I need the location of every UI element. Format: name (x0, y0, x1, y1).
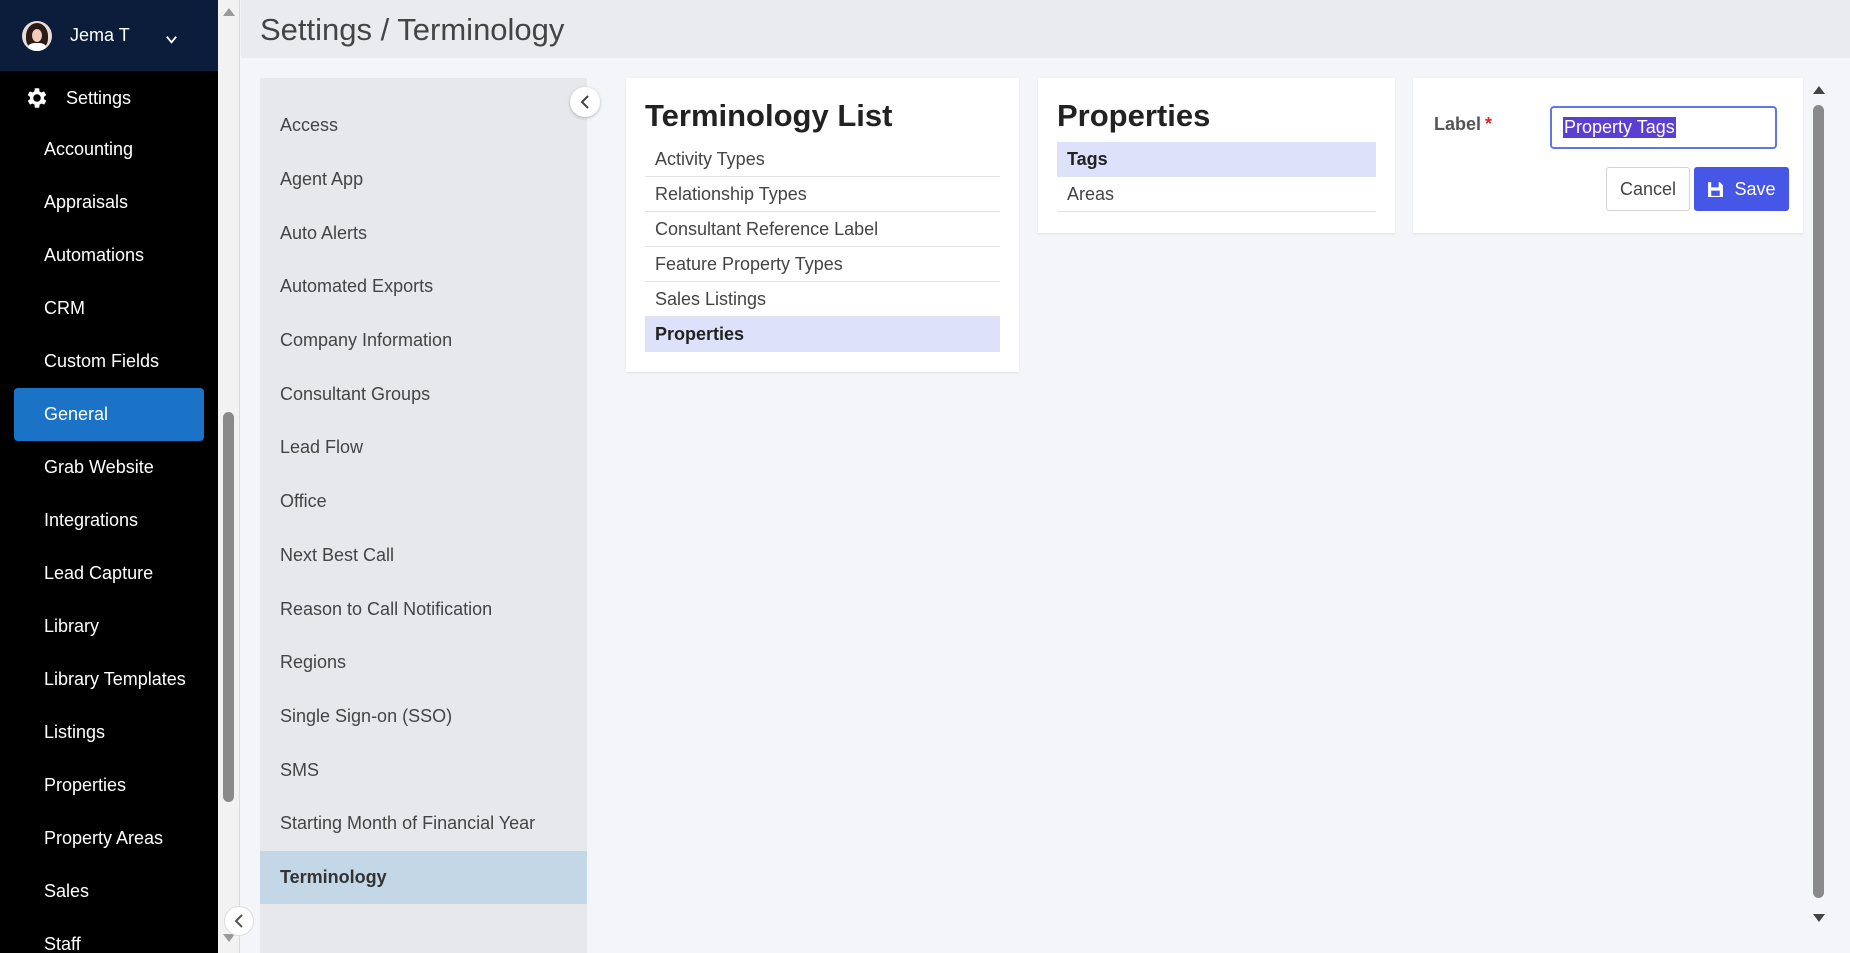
cancel-button[interactable]: Cancel (1606, 167, 1690, 211)
floppy-disk-icon (1708, 181, 1724, 197)
terminology-item-consultant-reference-label[interactable]: Consultant Reference Label (645, 212, 1000, 247)
label-input-value: Property Tags (1563, 117, 1676, 138)
chevron-down-icon[interactable] (165, 33, 178, 46)
collapse-sidebar-button[interactable] (224, 906, 254, 936)
nav-item-general[interactable]: General (14, 388, 204, 441)
nav-item-crm[interactable]: CRM (14, 282, 204, 335)
terminology-item-relationship-types[interactable]: Relationship Types (645, 177, 1000, 212)
chevron-left-icon (234, 914, 243, 928)
nav-item-appraisals[interactable]: Appraisals (14, 176, 204, 229)
nav-item-listings[interactable]: Listings (14, 706, 204, 759)
collapse-submenu-button[interactable] (570, 87, 600, 117)
nav-item-custom-fields[interactable]: Custom Fields (14, 335, 204, 388)
properties-title: Properties (1057, 98, 1211, 133)
nav-item-property-areas[interactable]: Property Areas (14, 812, 204, 865)
submenu-item-starting-month-of-financial-year[interactable]: Starting Month of Financial Year (260, 797, 587, 851)
scroll-down-arrow[interactable] (1813, 914, 1825, 922)
submenu-item-regions[interactable]: Regions (260, 636, 587, 690)
nav-item-sales[interactable]: Sales (14, 865, 204, 918)
page-title: Settings / Terminology (260, 12, 565, 47)
sidebar-scrollbar[interactable] (218, 0, 240, 953)
main-sidebar: Jema T Settings Accounting Appraisals Auto… (0, 0, 218, 953)
avatar (22, 20, 52, 51)
submenu-item-access[interactable]: Access (260, 99, 587, 153)
terminology-item-feature-property-types[interactable]: Feature Property Types (645, 247, 1000, 282)
submenu-item-sms[interactable]: SMS (260, 743, 587, 797)
nav-item-library-templates[interactable]: Library Templates (14, 653, 204, 706)
scroll-thumb[interactable] (223, 412, 234, 802)
submenu-item-automated-exports[interactable]: Automated Exports (260, 260, 587, 314)
nav-item-properties[interactable]: Properties (14, 759, 204, 812)
label-field-label: Label * (1434, 114, 1492, 135)
properties-item-tags[interactable]: Tags (1057, 142, 1376, 177)
scroll-up-arrow[interactable] (1813, 86, 1825, 94)
nav-item-library[interactable]: Library (14, 600, 204, 653)
save-button[interactable]: Save (1694, 167, 1789, 211)
submenu-item-auto-alerts[interactable]: Auto Alerts (260, 206, 587, 260)
scroll-thumb[interactable] (1813, 105, 1824, 898)
chevron-left-icon (580, 95, 589, 109)
nav-item-accounting[interactable]: Accounting (14, 123, 204, 176)
user-menu[interactable]: Jema T (0, 0, 218, 71)
settings-submenu: Access Agent App Auto Alerts Automated Expo… (260, 78, 587, 953)
nav-item-automations[interactable]: Automations (14, 229, 204, 282)
submenu-item-terminology[interactable]: Terminology (260, 850, 587, 905)
required-mark: * (1485, 114, 1493, 134)
terminology-item-sales-listings[interactable]: Sales Listings (645, 282, 1000, 317)
settings-section[interactable]: Settings (0, 71, 218, 125)
content-scrollbar[interactable] (1809, 78, 1829, 931)
submenu-item-consultant-groups[interactable]: Consultant Groups (260, 367, 587, 421)
submenu-item-lead-flow[interactable]: Lead Flow (260, 421, 587, 475)
terminology-item-activity-types[interactable]: Activity Types (645, 142, 1000, 177)
nav-item-grab-website[interactable]: Grab Website (14, 441, 204, 494)
properties-item-areas[interactable]: Areas (1057, 177, 1376, 212)
settings-nav: Accounting Appraisals Automations CRM Custom… (0, 123, 218, 953)
submenu-item-office[interactable]: Office (260, 475, 587, 529)
save-label: Save (1734, 178, 1776, 199)
submenu-item-company-information[interactable]: Company Information (260, 314, 587, 368)
gear-icon (27, 88, 47, 108)
label-input[interactable]: Property Tags (1550, 106, 1777, 149)
nav-item-staff[interactable]: Staff (14, 918, 204, 953)
label-edit-card: Label * Property Tags Cancel Save (1413, 78, 1803, 233)
nav-item-lead-capture[interactable]: Lead Capture (14, 547, 204, 600)
nav-item-integrations[interactable]: Integrations (14, 494, 204, 547)
settings-label: Settings (66, 87, 132, 108)
terminology-item-properties[interactable]: Properties (645, 317, 1000, 352)
properties-card: Properties Tags Areas (1038, 78, 1395, 233)
scroll-up-arrow[interactable] (223, 8, 235, 16)
submenu-item-single-sign-on-sso[interactable]: Single Sign-on (SSO) (260, 690, 587, 744)
user-name: Jema T (70, 25, 130, 45)
terminology-list-card: Terminology List Activity Types Relations… (626, 78, 1019, 372)
terminology-list-title: Terminology List (645, 98, 893, 133)
submenu-item-agent-app[interactable]: Agent App (260, 153, 587, 207)
label-text: Label (1434, 114, 1482, 134)
submenu-item-next-best-call[interactable]: Next Best Call (260, 529, 587, 583)
submenu-item-reason-to-call-notification[interactable]: Reason to Call Notification (260, 582, 587, 636)
